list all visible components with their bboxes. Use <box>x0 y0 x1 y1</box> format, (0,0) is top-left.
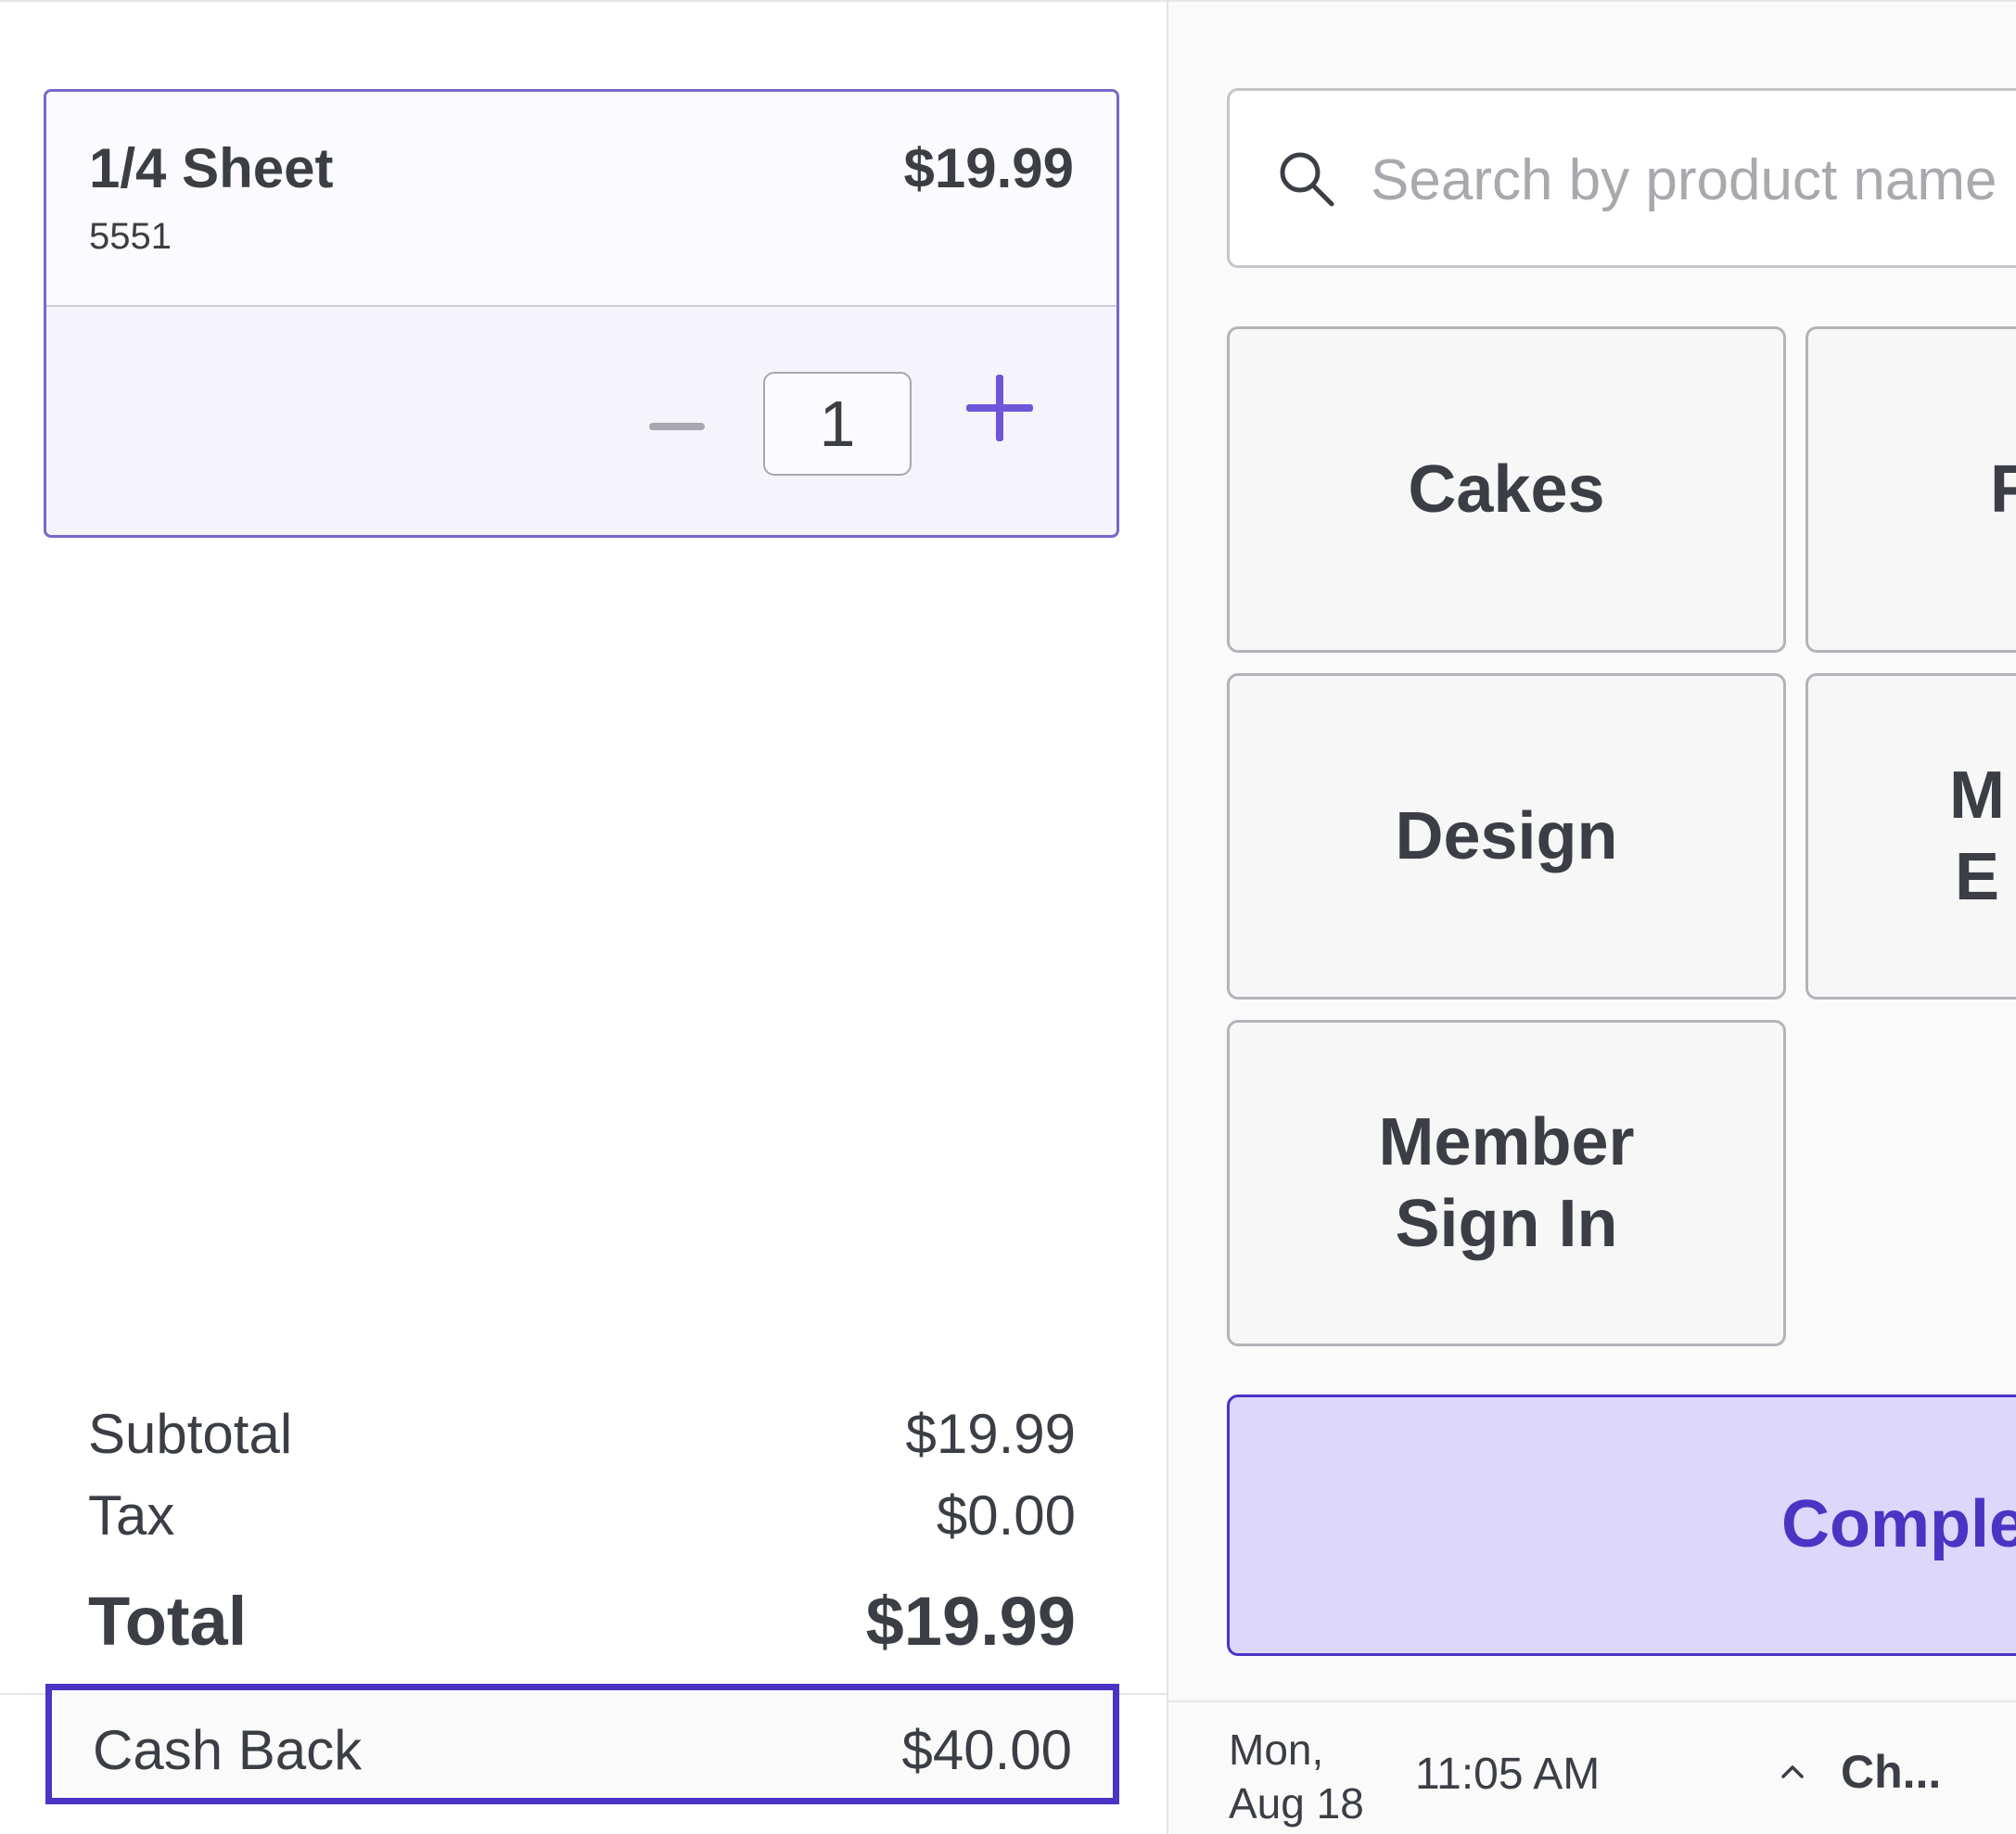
quantity-field[interactable]: 1 <box>763 372 912 476</box>
category-tile-label: F <box>1990 449 2016 530</box>
subtotal-label: Subtotal <box>88 1403 293 1465</box>
cart-item-card[interactable]: 1/4 Sheet 5551 $19.99 1 <box>44 89 1119 538</box>
member-sign-in-tile[interactable]: Member Sign In <box>1227 1020 1786 1346</box>
category-tile-cakes[interactable]: Cakes <box>1227 326 1786 653</box>
complete-button-label: Complete <box>1781 1487 2016 1561</box>
category-tile-label: Cakes <box>1408 452 1605 527</box>
search-bar[interactable] <box>1227 88 2016 268</box>
status-date-value: Aug 18 <box>1229 1779 1364 1828</box>
caret-up-icon[interactable] <box>1779 1758 1806 1786</box>
total-label: Total <box>88 1583 248 1660</box>
category-tile-design[interactable]: Design <box>1227 673 1786 1000</box>
category-tile-f[interactable]: F <box>1805 326 2016 653</box>
cart-item-name: 1/4 Sheet <box>89 137 334 199</box>
cash-back-label: Cash Back <box>93 1719 363 1781</box>
member-sign-in-label: Member Sign In <box>1378 1102 1634 1265</box>
member-sign-in-line2: Sign In <box>1395 1187 1618 1261</box>
cart-item-header[interactable]: 1/4 Sheet 5551 $19.99 <box>46 92 1116 307</box>
cash-back-value: $40.00 <box>901 1719 1072 1781</box>
cash-back-row[interactable]: Cash Back $40.00 <box>45 1684 1119 1804</box>
tax-label: Tax <box>88 1484 175 1547</box>
complete-button[interactable]: Complete <box>1227 1395 2016 1656</box>
member-sign-in-line1: Member <box>1378 1105 1635 1179</box>
status-day: Mon, <box>1229 1726 1324 1774</box>
cart-item-sku: 5551 <box>89 216 172 257</box>
status-bar-divider <box>1168 1700 2016 1702</box>
status-date: Mon, Aug 18 <box>1229 1723 1364 1830</box>
cart-item-price: $19.99 <box>903 137 1074 199</box>
category-tile-m[interactable]: M E <box>1805 673 2016 1000</box>
quantity-increase-button[interactable] <box>966 375 1033 441</box>
category-tile-label: M E <box>1949 755 2005 918</box>
category-tile-label-line1: M <box>1949 758 2005 833</box>
status-time: 11:05 AM <box>1415 1750 1601 1799</box>
quantity-decrease-button[interactable] <box>649 423 705 430</box>
tax-value: $0.00 <box>936 1484 1076 1547</box>
total-value: $19.99 <box>865 1583 1076 1660</box>
search-icon <box>1280 152 1334 207</box>
category-tile-label-line2: E <box>1954 840 1999 914</box>
category-tile-label: Design <box>1395 799 1618 873</box>
status-menu-label[interactable]: Ch... <box>1841 1745 1941 1799</box>
subtotal-value: $19.99 <box>905 1403 1076 1465</box>
search-input[interactable] <box>1369 128 2016 232</box>
